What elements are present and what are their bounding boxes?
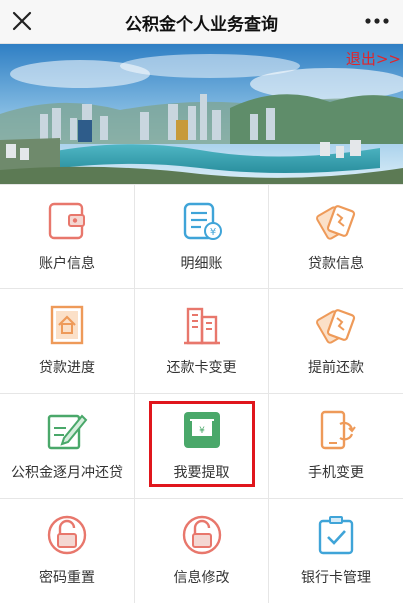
menu-item-label: 账户信息	[39, 256, 95, 272]
menu-item-label: 贷款进度	[39, 360, 95, 376]
wallet-icon	[43, 199, 91, 243]
more-options-icon[interactable]	[363, 8, 391, 34]
menu-item-label: 提前还款	[308, 360, 364, 376]
menu-item-account-info[interactable]: 账户信息	[0, 185, 135, 289]
menu-item-loan-progress[interactable]: 贷款进度	[0, 289, 135, 394]
menu-item-label: 信息修改	[173, 570, 230, 586]
menu-item-label: 银行卡管理	[301, 570, 371, 586]
statement-icon: ¥	[178, 199, 226, 243]
title-bar: 公积金个人业务查询	[0, 0, 403, 44]
house-document-icon	[43, 303, 91, 347]
banner-image	[0, 44, 403, 184]
menu-item-label: 密码重置	[39, 570, 95, 586]
card-check-icon	[312, 513, 360, 557]
phone-sync-icon	[312, 408, 360, 452]
menu-item-statement[interactable]: ¥ 明细账	[135, 185, 269, 289]
menu-item-withdraw[interactable]: ¥ 我要提取	[135, 394, 269, 499]
menu-item-label: 手机变更	[308, 465, 364, 481]
menu-item-label: 明细账	[180, 256, 223, 272]
unlock-icon	[43, 513, 91, 557]
unlock-icon	[178, 513, 226, 557]
menu-item-early-repayment[interactable]: 提前还款	[269, 289, 403, 394]
menu-item-phone-change[interactable]: 手机变更	[269, 394, 403, 499]
edit-document-icon	[43, 408, 91, 452]
highlight-frame	[149, 401, 255, 487]
city-banner: 退出>>	[0, 44, 403, 184]
menu-item-password-reset[interactable]: 密码重置	[0, 499, 135, 603]
menu-item-label: 贷款信息	[308, 256, 364, 272]
menu-item-loan-info[interactable]: 贷款信息	[269, 185, 403, 289]
loan-cards-icon	[312, 303, 360, 347]
menu-item-label: 公积金逐月冲还贷	[11, 465, 123, 481]
loan-cards-icon	[312, 199, 360, 243]
menu-item-bank-card-management[interactable]: 银行卡管理	[269, 499, 403, 603]
logout-link[interactable]: 退出>>	[346, 48, 401, 69]
menu-item-monthly-offset-repayment[interactable]: 公积金逐月冲还贷	[0, 394, 135, 499]
page-title: 公积金个人业务查询	[125, 15, 278, 35]
service-menu-grid: 账户信息 ¥ 明细账 贷款信息 贷款进度 还款卡变更 提前还款 公积金逐月冲还贷…	[0, 184, 403, 603]
building-icon	[178, 303, 226, 347]
svg-text:¥: ¥	[209, 227, 215, 238]
menu-item-label: 还款卡变更	[166, 360, 237, 376]
menu-item-info-edit[interactable]: 信息修改	[135, 499, 269, 603]
menu-item-repayment-card-change[interactable]: 还款卡变更	[135, 289, 269, 394]
